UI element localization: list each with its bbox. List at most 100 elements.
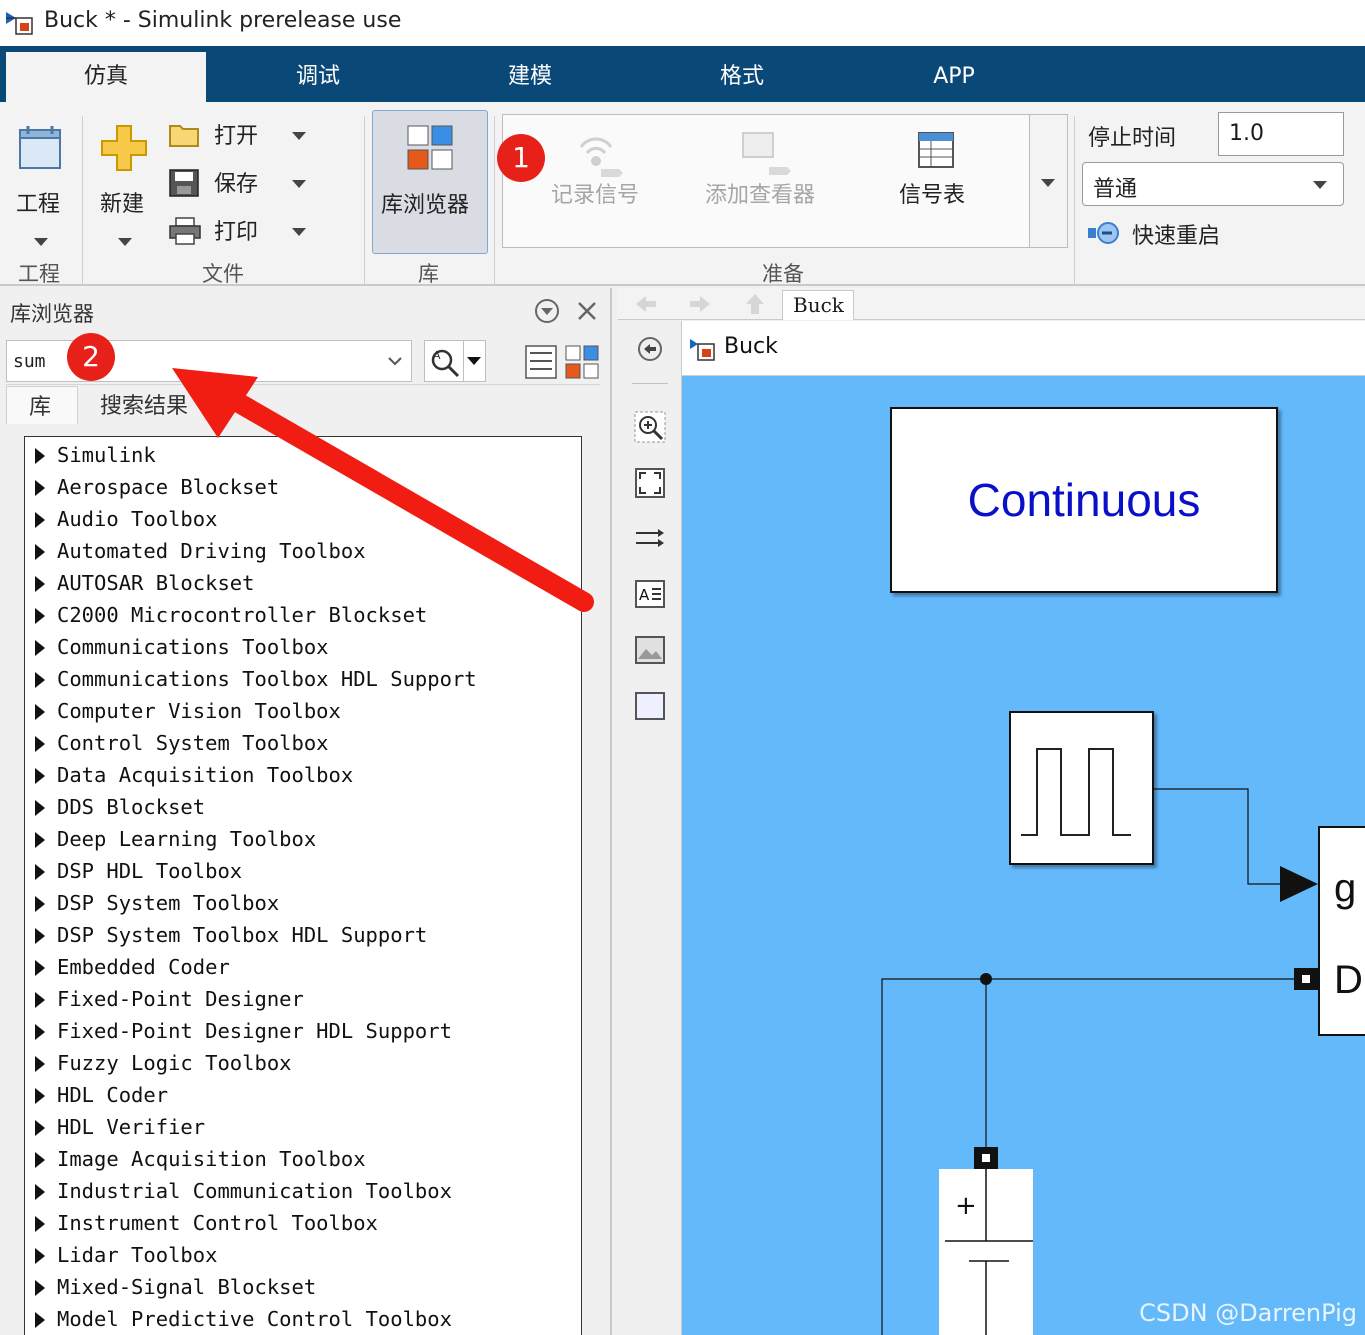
section-divider bbox=[364, 116, 365, 284]
expand-arrow-icon[interactable] bbox=[35, 1152, 45, 1168]
expand-arrow-icon[interactable] bbox=[35, 704, 45, 720]
tab-apps[interactable]: APP bbox=[854, 52, 1054, 102]
expand-arrow-icon[interactable] bbox=[35, 640, 45, 656]
expand-arrow-icon[interactable] bbox=[35, 928, 45, 944]
toolstrip: 工程 工程 新建 打开 保存 打印 文件 库浏览器 库 记录信号 添加查看器 信… bbox=[0, 102, 1365, 286]
new-button[interactable]: 新建 bbox=[92, 112, 158, 248]
project-button[interactable]: 工程 bbox=[8, 112, 74, 248]
tree-item-label: Industrial Communication Toolbox bbox=[57, 1179, 452, 1203]
view-mode-buttons[interactable] bbox=[524, 344, 600, 380]
tree-item-label: DSP HDL Toolbox bbox=[57, 859, 243, 883]
expand-arrow-icon[interactable] bbox=[35, 608, 45, 624]
expand-arrow-icon[interactable] bbox=[35, 1312, 45, 1328]
open-button[interactable]: 打开 bbox=[168, 116, 318, 156]
breadcrumb-tab[interactable]: Buck bbox=[782, 290, 854, 320]
tree-item-label: HDL Verifier bbox=[57, 1115, 206, 1139]
expand-arrow-icon[interactable] bbox=[35, 1280, 45, 1296]
stop-time-input[interactable]: 1.0 bbox=[1218, 112, 1344, 156]
expand-arrow-icon[interactable] bbox=[35, 1088, 45, 1104]
fast-restart-icon bbox=[1088, 222, 1119, 244]
expand-arrow-icon[interactable] bbox=[35, 960, 45, 976]
tab-format[interactable]: 格式 bbox=[642, 52, 842, 102]
print-button[interactable]: 打印 bbox=[168, 212, 318, 252]
zoom-in-icon[interactable] bbox=[634, 411, 666, 443]
chevron-down-icon[interactable] bbox=[387, 355, 403, 367]
expand-arrow-icon[interactable] bbox=[35, 1248, 45, 1264]
model-canvas[interactable]: Continuous g D + CSDN @DarrenPig bbox=[682, 376, 1365, 1335]
search-button[interactable]: A bbox=[424, 340, 486, 382]
panel-options-icon[interactable] bbox=[534, 298, 560, 324]
expand-arrow-icon[interactable] bbox=[35, 768, 45, 784]
expand-arrow-icon[interactable] bbox=[35, 576, 45, 592]
tree-item-label: Computer Vision Toolbox bbox=[57, 699, 341, 723]
expand-arrow-icon[interactable] bbox=[35, 512, 45, 528]
prepare-gallery-expand[interactable] bbox=[1030, 114, 1068, 248]
divider bbox=[632, 383, 668, 384]
chevron-down-icon[interactable] bbox=[292, 132, 306, 140]
fit-to-view-icon[interactable] bbox=[634, 467, 666, 499]
image-icon[interactable] bbox=[634, 635, 666, 665]
signal-table-label: 信号表 bbox=[899, 183, 966, 208]
section-label-prepare: 准备 bbox=[762, 262, 804, 286]
library-browser-button[interactable]: 库浏览器 bbox=[372, 110, 488, 254]
expand-arrow-icon[interactable] bbox=[35, 1120, 45, 1136]
close-icon[interactable] bbox=[576, 300, 598, 322]
area-icon[interactable] bbox=[634, 691, 666, 721]
model-path-label: Buck bbox=[724, 334, 778, 359]
back-arrow-icon[interactable] bbox=[634, 294, 658, 314]
fast-restart-toggle[interactable]: 快速重启 bbox=[1086, 214, 1286, 254]
hide-explorer-icon[interactable] bbox=[636, 335, 664, 363]
save-button[interactable]: 保存 bbox=[168, 164, 318, 204]
simulation-mode-dropdown[interactable]: 普通 bbox=[1082, 162, 1344, 206]
mosfet-block[interactable]: g D bbox=[1318, 826, 1365, 1036]
add-viewer-button[interactable]: 添加查看器 bbox=[701, 115, 831, 245]
expand-arrow-icon[interactable] bbox=[35, 832, 45, 848]
tree-item-label: Fixed-Point Designer bbox=[57, 987, 304, 1011]
section-divider bbox=[82, 116, 83, 284]
tree-item-label: Instrument Control Toolbox bbox=[57, 1211, 378, 1235]
gate-port-label: g bbox=[1334, 866, 1357, 910]
expand-arrow-icon[interactable] bbox=[35, 736, 45, 752]
expand-arrow-icon[interactable] bbox=[35, 800, 45, 816]
expand-arrow-icon[interactable] bbox=[35, 448, 45, 464]
section-divider bbox=[494, 116, 495, 284]
route-lines-icon[interactable] bbox=[634, 525, 666, 551]
expand-arrow-icon[interactable] bbox=[35, 992, 45, 1008]
tree-item-label: DDS Blockset bbox=[57, 795, 206, 819]
expand-arrow-icon[interactable] bbox=[35, 672, 45, 688]
tree-item-label: AUTOSAR Blockset bbox=[57, 571, 255, 595]
tree-item-label: Model Predictive Control Toolbox bbox=[57, 1307, 452, 1331]
svg-text:A: A bbox=[639, 586, 650, 604]
expand-arrow-icon[interactable] bbox=[35, 544, 45, 560]
expand-arrow-icon[interactable] bbox=[35, 1056, 45, 1072]
chevron-down-icon bbox=[1313, 181, 1327, 189]
tab-library[interactable]: 库 bbox=[6, 386, 78, 424]
tab-modeling[interactable]: 建模 bbox=[430, 52, 630, 102]
grid-view-icon[interactable] bbox=[564, 344, 600, 380]
expand-arrow-icon[interactable] bbox=[35, 480, 45, 496]
library-browser-panel: 库浏览器 sum A 库 搜索结果 Simulink Aerospace Blo… bbox=[0, 288, 612, 1335]
expand-arrow-icon[interactable] bbox=[35, 864, 45, 880]
forward-arrow-icon[interactable] bbox=[688, 294, 712, 314]
tab-search-results[interactable]: 搜索结果 bbox=[80, 386, 210, 424]
expand-arrow-icon[interactable] bbox=[35, 1184, 45, 1200]
simulink-app-icon bbox=[6, 12, 33, 35]
expand-arrow-icon[interactable] bbox=[35, 896, 45, 912]
list-view-icon[interactable] bbox=[524, 344, 558, 380]
drain-port-label: D bbox=[1334, 958, 1363, 1002]
up-arrow-icon[interactable] bbox=[744, 292, 766, 316]
chevron-down-icon[interactable] bbox=[292, 180, 306, 188]
log-signals-button[interactable]: 记录信号 bbox=[539, 115, 659, 245]
expand-arrow-icon[interactable] bbox=[35, 1216, 45, 1232]
svg-text:A: A bbox=[433, 349, 441, 362]
tab-simulation[interactable]: 仿真 bbox=[6, 52, 206, 102]
chevron-down-icon[interactable] bbox=[292, 228, 306, 236]
library-tree[interactable]: Simulink Aerospace Blockset Audio Toolbox A… bbox=[24, 436, 582, 1335]
dc-voltage-source-block[interactable]: + bbox=[939, 1169, 1033, 1335]
folder-open-icon bbox=[169, 125, 199, 147]
expand-arrow-icon[interactable] bbox=[35, 1024, 45, 1040]
tab-debug[interactable]: 调试 bbox=[218, 52, 418, 102]
annotation-icon[interactable]: A bbox=[634, 579, 666, 609]
section-label-project: 工程 bbox=[18, 262, 60, 286]
signal-table-button[interactable]: 信号表 bbox=[883, 115, 993, 245]
